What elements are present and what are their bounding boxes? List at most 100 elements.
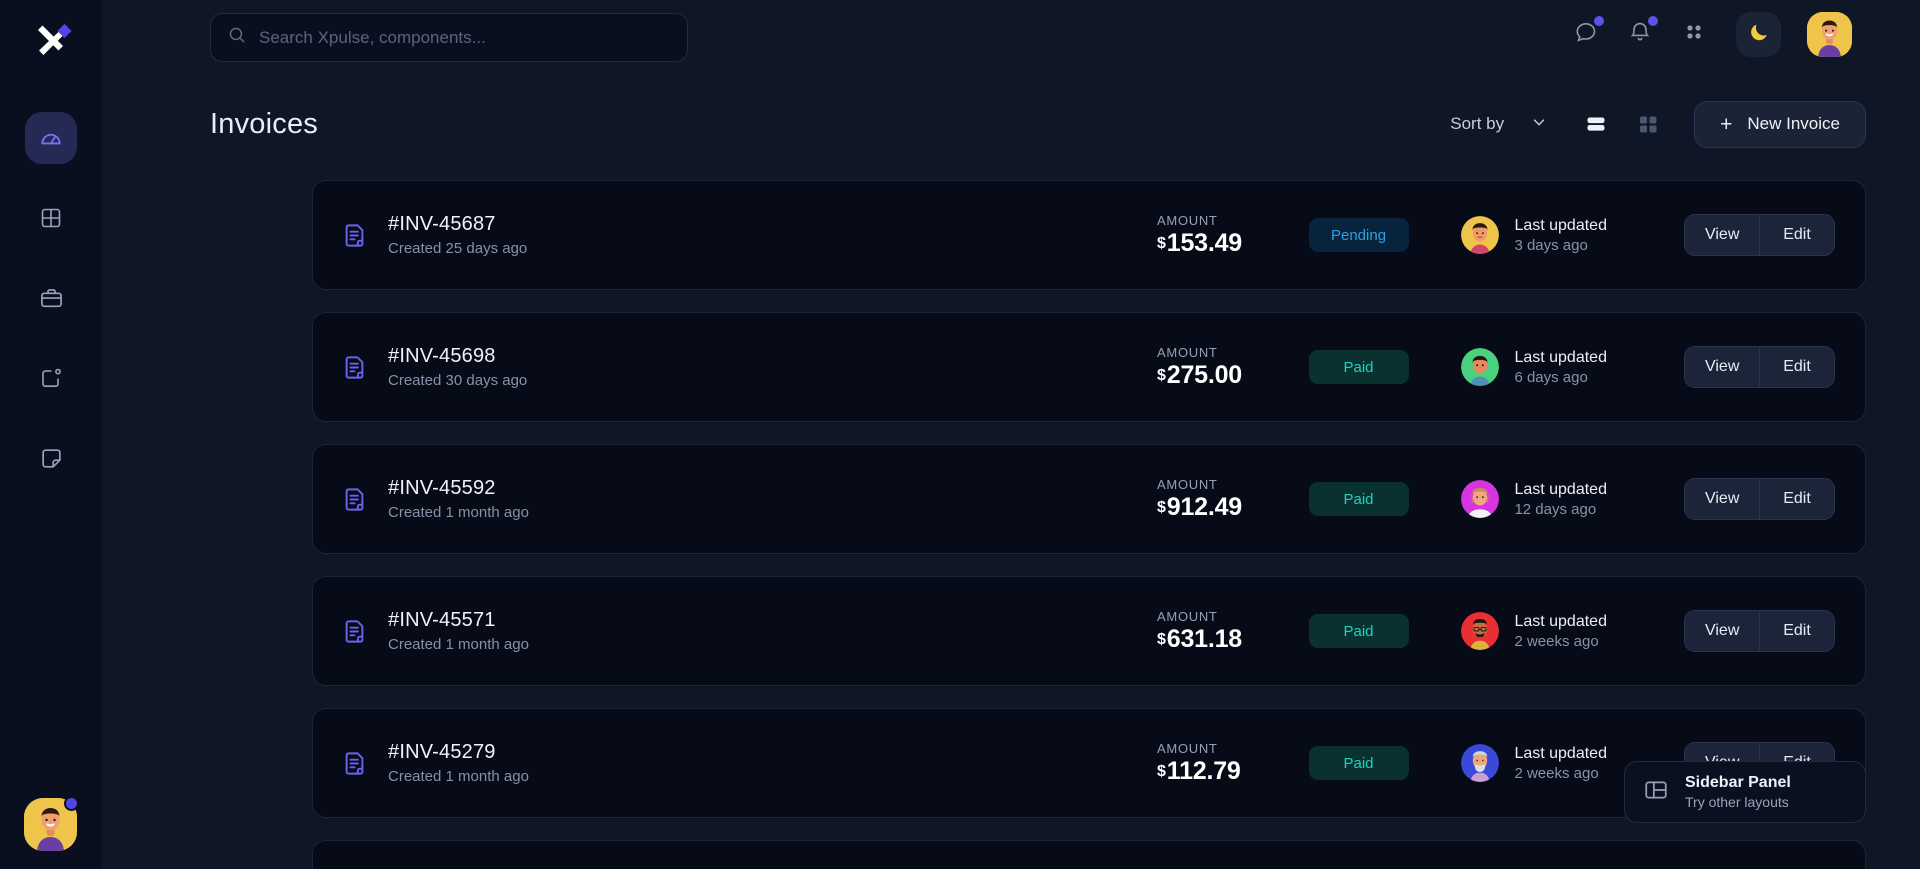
topbar-actions (1572, 12, 1852, 57)
avatar (1461, 348, 1499, 386)
invoice-actions: View Edit (1684, 610, 1835, 652)
view-toggle-group (1584, 112, 1660, 136)
messages-button[interactable] (1572, 21, 1600, 49)
updated-text: Last updated 2 weeks ago (1514, 745, 1607, 782)
last-updated-label: Last updated (1514, 613, 1607, 631)
sidebar-panel-icon (1643, 777, 1669, 808)
sidebar-profile-avatar[interactable] (24, 798, 77, 851)
invoice-created: Created 30 days ago (388, 372, 682, 389)
edit-button[interactable]: Edit (1760, 479, 1834, 519)
avatar (1461, 744, 1499, 782)
status-badge: Paid (1309, 746, 1409, 780)
tooltip-title: Sidebar Panel (1685, 774, 1791, 792)
grid-view-icon[interactable] (1636, 112, 1660, 136)
status-badge: Pending (1309, 218, 1409, 252)
search-icon (227, 25, 247, 50)
grid-icon (39, 206, 63, 230)
plus-icon: + (1720, 114, 1732, 135)
notifications-button[interactable] (1626, 21, 1654, 49)
topbar (102, 0, 1920, 75)
avatar (1461, 216, 1499, 254)
invoice-amount-column: AMOUNT $912.49 (1157, 477, 1308, 522)
briefcase-icon (39, 286, 64, 311)
invoice-document-icon (341, 618, 368, 645)
new-invoice-label: New Invoice (1747, 114, 1840, 134)
user-avatar-button[interactable] (1807, 12, 1852, 57)
invoice-created: Created 1 month ago (388, 768, 682, 785)
tooltip-subtitle: Try other layouts (1685, 794, 1791, 810)
invoice-row[interactable]: #INV-45687 Created 25 days ago AMOUNT $1… (312, 180, 1866, 290)
invoice-meta: #INV-45279 Created 1 month ago (388, 741, 682, 785)
sort-by-label: Sort by (1450, 114, 1504, 134)
search-input[interactable] (259, 28, 671, 48)
invoice-row[interactable]: #INV-45592 Created 1 month ago AMOUNT $9… (312, 444, 1866, 554)
amount-value: $112.79 (1157, 757, 1308, 786)
invoice-row[interactable]: #INV-45571 Created 1 month ago AMOUNT $6… (312, 576, 1866, 686)
sidebar-item-apps[interactable] (25, 192, 77, 244)
list-view-icon[interactable] (1584, 112, 1608, 136)
invoice-actions: View Edit (1684, 214, 1835, 256)
updated-text: Last updated 12 days ago (1514, 481, 1607, 518)
grid-dots-icon (1683, 21, 1705, 48)
sidebar-item-briefcase[interactable] (25, 272, 77, 324)
view-button[interactable]: View (1685, 611, 1759, 651)
last-updated-value: 6 days ago (1514, 369, 1607, 386)
invoice-created: Created 1 month ago (388, 636, 682, 653)
invoice-id: #INV-45698 (388, 345, 682, 368)
invoice-meta: #INV-45687 Created 25 days ago (388, 213, 682, 257)
updated-text: Last updated 3 days ago (1514, 217, 1607, 254)
last-updated-label: Last updated (1514, 217, 1607, 235)
xpulse-logo[interactable] (23, 14, 79, 70)
last-updated-value: 2 weeks ago (1514, 765, 1607, 782)
invoice-status: Paid (1309, 482, 1416, 516)
invoice-amount-column: AMOUNT $275.00 (1157, 345, 1308, 390)
invoice-row[interactable]: #INV-45698 Created 30 days ago AMOUNT $2… (312, 312, 1866, 422)
status-badge: Paid (1309, 350, 1409, 384)
invoice-id: #INV-45592 (388, 477, 682, 500)
invoice-updated: Last updated 12 days ago (1461, 480, 1684, 518)
sidebar-item-notes[interactable] (25, 432, 77, 484)
sidebar (0, 0, 102, 869)
invoice-status: Paid (1309, 614, 1416, 648)
view-button[interactable]: View (1685, 479, 1759, 519)
new-invoice-button[interactable]: + New Invoice (1694, 101, 1866, 148)
sort-by-dropdown[interactable]: Sort by (1450, 113, 1548, 136)
edit-button[interactable]: Edit (1760, 611, 1834, 651)
amount-label: AMOUNT (1157, 477, 1308, 492)
view-button[interactable]: View (1685, 347, 1759, 387)
status-dot (64, 796, 79, 811)
invoice-row[interactable] (312, 840, 1866, 869)
invoice-actions: View Edit (1684, 346, 1835, 388)
edit-button[interactable]: Edit (1760, 215, 1834, 255)
notifications-badge (1648, 16, 1658, 26)
invoice-updated: Last updated 6 days ago (1461, 348, 1684, 386)
amount-label: AMOUNT (1157, 741, 1308, 756)
edit-button[interactable]: Edit (1760, 347, 1834, 387)
chevron-down-icon (1530, 113, 1548, 136)
status-badge: Paid (1309, 614, 1409, 648)
invoice-status: Paid (1309, 350, 1416, 384)
invoice-amount-column: AMOUNT $153.49 (1157, 213, 1308, 258)
sidebar-nav (25, 112, 77, 484)
amount-value: $631.18 (1157, 625, 1308, 654)
invoice-status: Pending (1309, 218, 1416, 252)
sidebar-item-tasks[interactable] (25, 352, 77, 404)
invoice-amount-column: AMOUNT $112.79 (1157, 741, 1308, 786)
view-button[interactable]: View (1685, 215, 1759, 255)
amount-label: AMOUNT (1157, 345, 1308, 360)
theme-toggle-button[interactable] (1736, 12, 1781, 57)
tooltip-text: Sidebar Panel Try other layouts (1685, 774, 1791, 810)
sidebar-panel-tooltip[interactable]: Sidebar Panel Try other layouts (1624, 761, 1866, 823)
last-updated-label: Last updated (1514, 481, 1607, 499)
updated-text: Last updated 6 days ago (1514, 349, 1607, 386)
invoice-id: #INV-45279 (388, 741, 682, 764)
updated-text: Last updated 2 weeks ago (1514, 613, 1607, 650)
search-box[interactable] (210, 13, 688, 62)
gauge-icon (38, 125, 64, 151)
invoice-document-icon (341, 222, 368, 249)
invoice-id: #INV-45687 (388, 213, 682, 236)
invoice-created: Created 1 month ago (388, 504, 682, 521)
apps-button[interactable] (1680, 21, 1708, 49)
amount-value: $153.49 (1157, 229, 1308, 258)
sidebar-item-dashboard[interactable] (25, 112, 77, 164)
